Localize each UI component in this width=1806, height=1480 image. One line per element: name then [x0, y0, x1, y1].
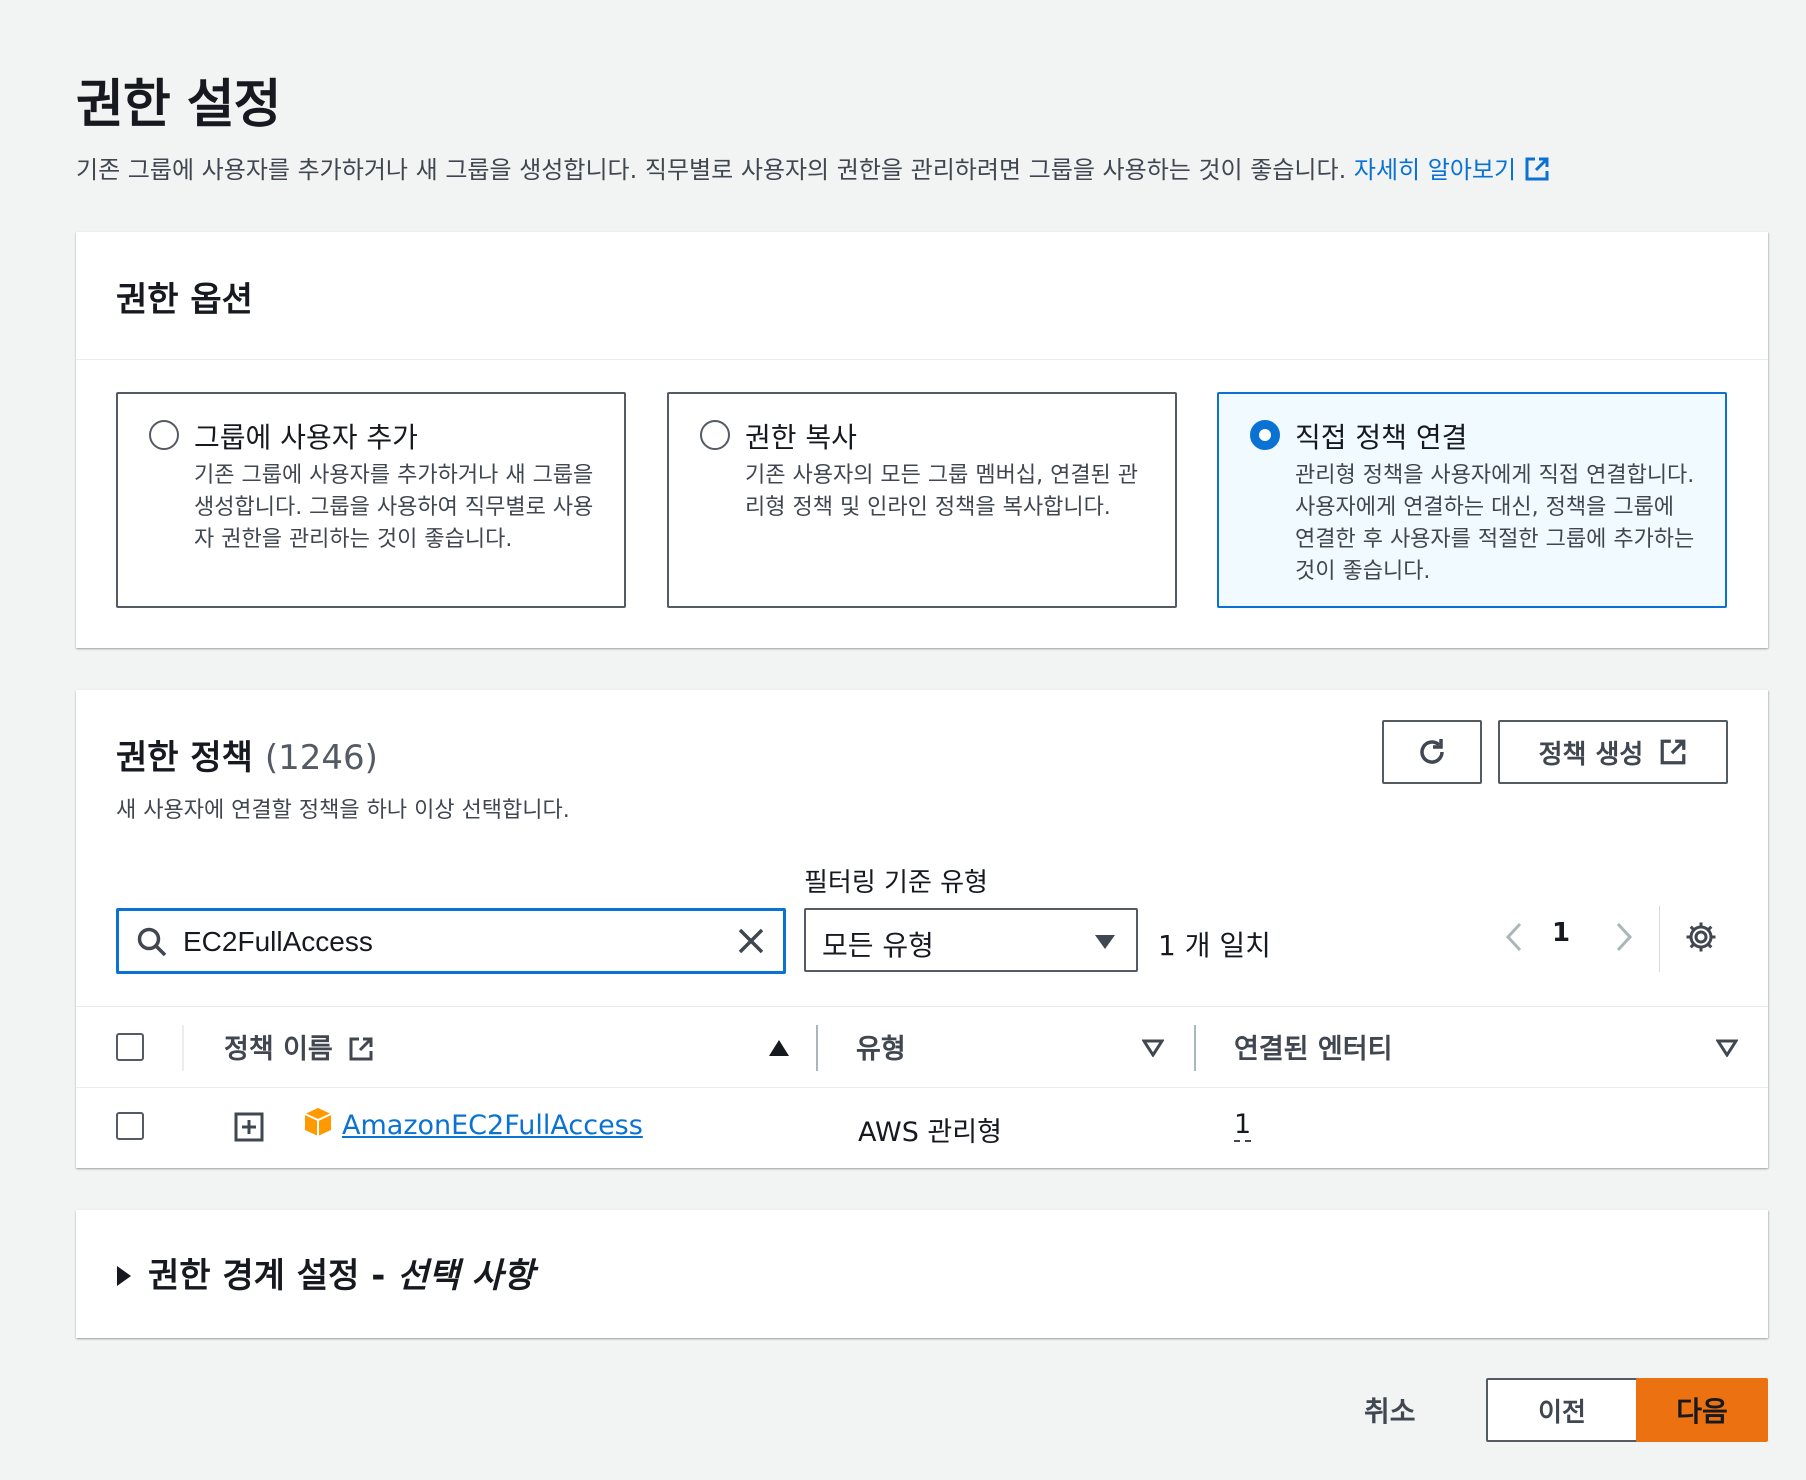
option-title: 그룹에 사용자 추가 [194, 421, 418, 454]
next-button[interactable]: 다음 [1636, 1378, 1768, 1442]
policies-title: 권한 정책 [116, 738, 253, 778]
gear-icon[interactable] [1684, 920, 1718, 954]
expand-icon[interactable] [234, 1112, 264, 1142]
boundary-optional: 선택 사항 [397, 1256, 535, 1296]
page-description: 기존 그룹에 사용자를 추가하거나 새 그룹을 생성합니다. 직무별로 사용자의… [76, 150, 1550, 185]
option-tile-attach-policies[interactable]: 직접 정책 연결 관리형 정책을 사용자에게 직접 연결합니다. 사용자에게 연… [1217, 392, 1727, 608]
option-description: 기존 사용자의 모든 그룹 멤버십, 연결된 관리형 정책 및 인라인 정책을 … [745, 463, 1139, 520]
policy-type-cell: AWS 관리형 [858, 1117, 1002, 1148]
radio-add-to-group[interactable] [149, 420, 179, 450]
prev-page-icon[interactable] [1502, 920, 1528, 954]
column-header-policy-name[interactable]: 정책 이름 [224, 1027, 374, 1066]
policy-name-link[interactable]: AmazonEC2FullAccess [342, 1110, 643, 1141]
permission-options-heading: 권한 옵션 [116, 280, 253, 320]
boundary-title: 권한 경계 설정 - [148, 1256, 398, 1296]
column-header-attached-entities[interactable]: 연결된 엔터티 [1234, 1027, 1392, 1066]
sort-ascending-icon[interactable] [768, 1039, 790, 1057]
select-all-checkbox[interactable] [116, 1033, 144, 1061]
policy-search-input[interactable] [183, 924, 703, 960]
learn-more-link[interactable]: 자세히 알아보기 [1354, 156, 1516, 184]
option-title: 직접 정책 연결 [1295, 421, 1468, 454]
filter-type-label: 필터링 기준 유형 [804, 868, 988, 898]
permissions-page: 권한 설정 기존 그룹에 사용자를 추가하거나 새 그룹을 생성합니다. 직무별… [0, 0, 1806, 1480]
policies-count: (1246) [264, 738, 378, 778]
option-title: 권한 복사 [745, 421, 857, 454]
type-filter-value: 모든 유형 [822, 929, 934, 962]
permission-options-header: 권한 옵션 [76, 232, 1768, 360]
type-filter-select[interactable]: 모든 유형 [804, 908, 1138, 972]
caret-right-icon [117, 1266, 131, 1286]
option-description: 관리형 정책을 사용자에게 직접 연결합니다. 사용자에게 연결하는 대신, 정… [1295, 463, 1695, 584]
page-description-text: 기존 그룹에 사용자를 추가하거나 새 그룹을 생성합니다. 직무별로 사용자의… [76, 156, 1347, 184]
policies-subtitle: 새 사용자에 연결할 정책을 하나 이상 선택합니다. [116, 798, 570, 823]
policies-table-header: 정책 이름 유형 연결된 엔터티 [76, 1006, 1768, 1088]
refresh-icon [1420, 739, 1444, 764]
cancel-button[interactable]: 취소 [1364, 1390, 1416, 1430]
pager-divider [1659, 906, 1660, 972]
table-row[interactable]: AmazonEC2FullAccess AWS 관리형 1 [76, 1088, 1768, 1168]
page-number[interactable]: 1 [1552, 918, 1570, 948]
policy-search-box[interactable] [116, 908, 786, 974]
refresh-button[interactable] [1382, 720, 1482, 784]
caret-down-icon [1095, 935, 1115, 949]
aws-managed-policy-icon [304, 1108, 332, 1136]
page-title: 권한 설정 [76, 75, 281, 135]
column-header-type[interactable]: 유형 [856, 1027, 906, 1066]
next-page-icon[interactable] [1610, 920, 1636, 954]
column-label: 정책 이름 [224, 1034, 333, 1065]
match-count: 1 개 일치 [1158, 929, 1271, 962]
sort-icon[interactable] [1142, 1039, 1164, 1057]
external-link-icon [349, 1037, 373, 1061]
permissions-boundary-toggle[interactable]: 권한 경계 설정 - 선택 사항 [116, 1248, 534, 1297]
policies-heading: 권한 정책 (1246) [116, 730, 378, 779]
external-link-icon[interactable] [1524, 156, 1550, 182]
attached-entities-count[interactable]: 1 [1234, 1110, 1252, 1142]
row-checkbox[interactable] [116, 1112, 144, 1140]
sort-icon[interactable] [1716, 1039, 1738, 1057]
column-divider[interactable] [816, 1025, 818, 1071]
external-link-icon [1660, 739, 1686, 765]
option-description: 기존 그룹에 사용자를 추가하거나 새 그룹을 생성합니다. 그룹을 사용하여 … [194, 463, 594, 552]
radio-attach-policies[interactable] [1250, 420, 1280, 450]
column-divider[interactable] [1194, 1025, 1196, 1071]
option-tile-add-to-group[interactable]: 그룹에 사용자 추가 기존 그룹에 사용자를 추가하거나 새 그룹을 생성합니다… [116, 392, 626, 608]
permissions-boundary-container: 권한 경계 설정 - 선택 사항 [76, 1210, 1768, 1338]
column-divider [182, 1025, 184, 1071]
option-tile-copy-permissions[interactable]: 권한 복사 기존 사용자의 모든 그룹 멤버십, 연결된 관리형 정책 및 인라… [667, 392, 1177, 608]
permission-policies-container: 권한 정책 (1246) 새 사용자에 연결할 정책을 하나 이상 선택합니다.… [76, 690, 1768, 1168]
clear-icon[interactable] [735, 925, 767, 957]
create-policy-button[interactable]: 정책 생성 [1498, 720, 1728, 784]
previous-button[interactable]: 이전 [1486, 1378, 1638, 1442]
radio-copy-permissions[interactable] [700, 420, 730, 450]
search-icon [137, 927, 167, 957]
create-policy-label: 정책 생성 [1538, 739, 1644, 770]
